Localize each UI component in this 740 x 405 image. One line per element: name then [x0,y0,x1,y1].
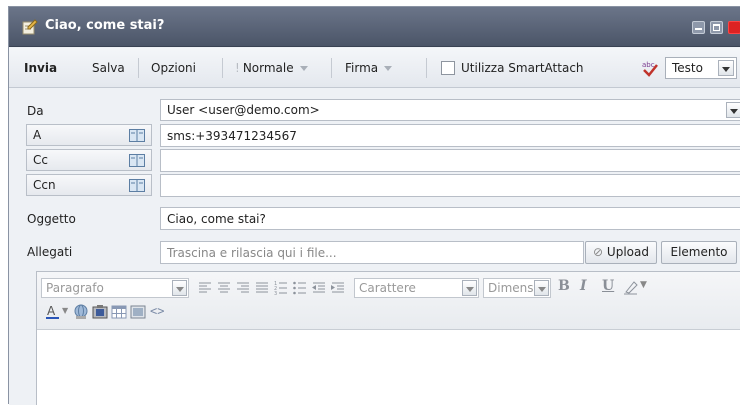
cc-address-button[interactable]: Cc [26,149,152,171]
address-book-icon [129,129,145,142]
to-value: sms:+393471234567 [167,129,297,143]
cc-label: Cc [33,153,48,167]
align-center-icon[interactable] [216,280,232,296]
close-button[interactable] [728,21,740,34]
message-editor[interactable]: Paragrafo 123 Carattere Dimensior B I U [36,271,740,405]
upload-label: Upload [606,245,649,259]
chevron-down-icon [384,66,393,71]
align-justify-icon[interactable] [254,280,270,296]
insert-picture-icon[interactable] [130,304,146,320]
paragraph-select[interactable]: Paragrafo [41,278,189,298]
toolbar-separator [138,58,139,78]
paragraph-value: Paragrafo [46,281,104,295]
chevron-down-icon[interactable] [718,60,734,76]
priority-icon: ! [235,61,240,75]
paperclip-icon: ⊘ [593,245,604,259]
svg-text:A: A [47,304,56,318]
smartattach-label: Utilizza SmartAttach [461,61,584,75]
format-select[interactable]: Testo [665,57,737,79]
toolbar-separator [222,58,223,78]
options-button[interactable]: Opzioni [151,60,196,76]
compose-toolbar: Invia Salva Opzioni ! Normale Firma Utili… [9,48,740,88]
attachments-label: Allegati [27,245,73,259]
chevron-down-icon[interactable] [726,102,740,118]
numbered-list-icon[interactable]: 123 [273,280,289,296]
spellcheck-icon[interactable]: abc [641,59,659,77]
save-button[interactable]: Salva [92,60,125,76]
highlight-pen-icon[interactable] [623,279,639,295]
toolbar-separator [426,58,427,78]
chevron-down-icon[interactable]: ▼ [640,280,647,290]
address-book-icon [129,154,145,167]
italic-button[interactable]: I [580,278,587,294]
bold-button[interactable]: B [558,278,570,294]
chevron-down-icon[interactable] [172,280,187,296]
bcc-address-button[interactable]: Ccn [26,174,152,196]
attachments-placeholder: Trascina e rilascia qui i file... [167,246,337,260]
subject-field[interactable]: Ciao, come stai? [160,207,740,230]
from-label: Da [27,104,44,118]
bullet-list-icon[interactable] [292,280,308,296]
editor-gutter [9,271,36,405]
font-color-icon[interactable]: A [45,304,61,320]
subject-label: Oggetto [27,212,76,226]
editor-body[interactable] [37,331,740,405]
outdent-icon[interactable] [311,280,327,296]
chevron-down-icon[interactable] [534,280,549,296]
format-select-value: Testo [672,61,703,75]
cc-field[interactable] [160,149,740,172]
svg-text:3: 3 [274,291,277,296]
svg-text:abc: abc [642,61,655,69]
send-button[interactable]: Invia [24,60,57,76]
insert-image-icon[interactable] [92,304,108,320]
align-left-icon[interactable] [197,280,213,296]
insert-table-icon[interactable] [111,304,127,320]
priority-label: Normale [242,61,294,75]
priority-dropdown[interactable]: ! Normale [235,60,308,76]
chevron-down-icon[interactable]: ▼ [62,306,68,315]
underline-button[interactable]: U [602,278,614,294]
bcc-field[interactable] [160,174,740,197]
element-label: Elemento [670,245,728,259]
bcc-label: Ccn [33,178,56,192]
link-globe-icon[interactable] [73,304,89,320]
minimize-button[interactable] [692,21,705,34]
size-select[interactable]: Dimensior [483,278,551,298]
compose-pencil-icon [22,19,38,35]
from-value: User <user@demo.com> [167,103,320,117]
indent-icon[interactable] [330,280,346,296]
title-bar[interactable]: Ciao, come stai? [9,7,740,47]
subject-value: Ciao, come stai? [167,212,266,226]
attachments-dropzone[interactable]: Trascina e rilascia qui i file... [160,241,584,264]
maximize-button[interactable] [710,21,723,34]
upload-button[interactable]: ⊘ Upload [585,241,657,264]
align-right-icon[interactable] [235,280,251,296]
to-label: A [33,128,42,142]
signature-dropdown[interactable]: Firma [345,60,393,76]
address-book-icon [129,179,145,192]
smartattach-checkbox[interactable] [441,61,455,75]
toolbar-separator [331,58,332,78]
editor-toolbar: Paragrafo 123 Carattere Dimensior B I U [37,272,740,330]
font-select[interactable]: Carattere [354,278,479,298]
chevron-down-icon[interactable] [462,280,477,296]
compose-window: Ciao, come stai? Invia Salva Opzioni ! No… [8,6,740,405]
to-address-button[interactable]: A [26,124,152,146]
chevron-down-icon [299,66,308,71]
element-button[interactable]: Elemento [661,241,737,264]
signature-label: Firma [345,61,379,75]
window-title: Ciao, come stai? [45,18,165,33]
from-select[interactable]: User <user@demo.com> [160,99,740,121]
html-source-button[interactable]: <> [150,304,164,318]
to-field[interactable]: sms:+393471234567 [160,124,740,147]
font-value: Carattere [359,281,416,295]
